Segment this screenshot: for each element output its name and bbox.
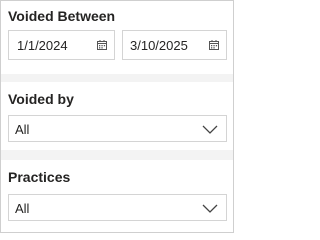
voided-by-section: Voided by All: [1, 82, 233, 150]
chevron-down-icon: [202, 204, 218, 213]
calendar-icon[interactable]: [97, 40, 107, 50]
voided-by-title: Voided by: [8, 91, 74, 107]
practices-section: Practices All: [1, 160, 233, 232]
voided-between-section: Voided Between 1/1/2024 3/10/2025: [1, 1, 233, 74]
end-date-input[interactable]: 3/10/2025: [122, 30, 227, 60]
voided-by-dropdown[interactable]: All: [8, 115, 227, 142]
start-date-input[interactable]: 1/1/2024: [8, 30, 115, 60]
calendar-icon[interactable]: [209, 40, 219, 50]
practices-dropdown[interactable]: All: [8, 194, 227, 221]
voided-between-title: Voided Between: [8, 8, 116, 24]
practices-title: Practices: [8, 169, 71, 185]
practices-selected: All: [15, 201, 30, 216]
start-date-value: 1/1/2024: [17, 38, 68, 53]
voided-by-selected: All: [15, 122, 30, 137]
chevron-down-icon: [202, 125, 218, 134]
end-date-value: 3/10/2025: [130, 38, 188, 53]
filter-panel: Voided Between 1/1/2024 3/10/2025 Voided…: [0, 0, 234, 233]
